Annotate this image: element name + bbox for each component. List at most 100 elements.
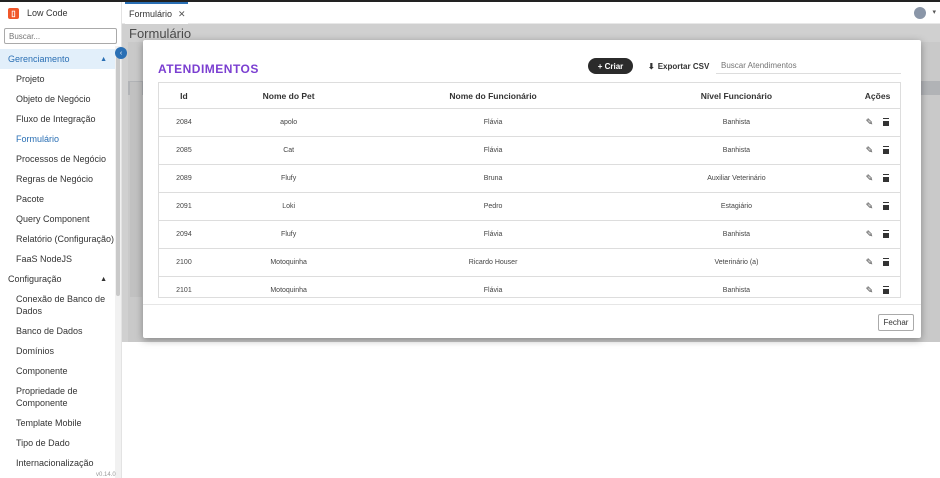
export-csv-button[interactable]: ⬇ Exportar CSV [648,58,709,74]
column-header-acoes: Ações [864,90,891,101]
sidebar-item[interactable]: Tipo de Dado [0,433,121,453]
sidebar-item[interactable]: Pacote [0,189,121,209]
column-header-nivel[interactable]: Nível Funcionário [618,91,855,101]
delete-icon[interactable] [883,259,890,266]
delete-icon[interactable] [883,147,890,154]
search-atendimentos-input[interactable] [716,58,901,74]
delete-icon[interactable] [883,175,890,182]
sidebar-section-0[interactable]: Gerenciamento ▲ [0,49,121,69]
cell-pet: Motoquinha [270,287,307,294]
edit-icon[interactable]: ✎ [866,286,874,295]
edit-icon[interactable]: ✎ [866,258,874,267]
cell-acoes: ✎ [855,146,900,155]
sidebar: ▯ Low Code Gerenciamento ▲ ProjetoObjeto d… [0,2,122,478]
sidebar-scrollbar[interactable] [115,46,121,478]
delete-icon[interactable] [883,287,890,294]
sidebar-item[interactable]: Query Component [0,209,121,229]
column-header-pet[interactable]: Nome do Pet [209,91,369,101]
delete-icon[interactable] [883,203,890,210]
tab-formulario[interactable]: Formulário ✕ [125,2,188,24]
cell-nivel: Auxiliar Veterinário [707,175,766,182]
delete-icon[interactable] [883,231,890,238]
modal-title: ATENDIMENTOS [158,62,259,76]
create-label: Criar [604,61,624,71]
sidebar-item[interactable]: Domínios [0,341,121,361]
plus-icon: + [597,61,605,71]
edit-icon[interactable]: ✎ [866,118,874,127]
chevron-down-icon[interactable]: ▾ [932,8,936,16]
sidebar-item[interactable]: Conexão de Banco de Dados [0,289,121,321]
cell-funcionario: Flávia [483,287,503,294]
collapse-sidebar-icon[interactable]: ‹ [115,47,127,59]
sidebar-item[interactable]: Propriedade de Componente [0,381,121,413]
atendimentos-modal: ATENDIMENTOS + Criar ⬇Exportar CSV Id No… [143,40,921,338]
cell-id: 2094 [176,231,192,238]
cell-funcionario: Bruna [483,175,503,182]
sidebar-item[interactable]: Processos de Negócio [0,149,121,169]
cell-id: 2089 [176,175,192,182]
cell-funcionario: Ricardo Houser [468,259,518,266]
cell-acoes: ✎ [855,174,900,183]
cell-funcionario: Pedro [483,203,503,210]
cell-acoes: ✎ [855,230,900,239]
sidebar-item[interactable]: Fluxo de Integração [0,109,121,129]
cell-nivel: Banhista [722,231,751,238]
cell-pet: Loki [282,203,296,210]
scrollbar-thumb[interactable] [116,56,120,296]
sidebar-section-label: Gerenciamento [8,54,70,64]
chevron-up-icon: ▲ [100,275,107,283]
sidebar-section-1[interactable]: Configuração ▲ [0,269,121,289]
sidebar-item[interactable]: Relatório (Configuração) [0,229,121,249]
table-row[interactable]: 2084 apolo Flávia Banhista ✎ [159,109,900,137]
table-row[interactable]: 2100 Motoquinha Ricardo Houser Veterinário … [159,249,900,277]
column-header-id[interactable]: Id [159,91,209,101]
table-row[interactable]: 2101 Motoquinha Flávia Banhista ✎ [159,277,900,297]
edit-icon[interactable]: ✎ [866,230,874,239]
sidebar-item[interactable]: Projeto [0,69,121,89]
brand-logo-icon: ▯ [8,7,19,19]
cell-id: 2101 [176,287,192,294]
sidebar-item[interactable]: Template Mobile [0,413,121,433]
cell-nivel: Banhista [722,147,751,154]
cell-acoes: ✎ [855,118,900,127]
edit-icon[interactable]: ✎ [866,174,874,183]
sidebar-item[interactable]: FaaS NodeJS [0,249,121,269]
sidebar-section-label: Configuração [8,274,62,284]
cell-nivel: Banhista [722,119,751,126]
user-avatar[interactable] [914,7,926,19]
sidebar-item[interactable]: Banco de Dados [0,321,121,341]
sidebar-item[interactable]: Objeto de Negócio [0,89,121,109]
table-body: 2084 apolo Flávia Banhista ✎ 2085 Cat Flávia Ban… [159,109,900,297]
cell-pet: Cat [283,147,295,154]
table-row[interactable]: 2091 Loki Pedro Estagiário ✎ [159,193,900,221]
table-row[interactable]: 2094 Flufy Flávia Banhista ✎ [159,221,900,249]
edit-icon[interactable]: ✎ [866,146,874,155]
table-row[interactable]: 2085 Cat Flávia Banhista ✎ [159,137,900,165]
cell-nivel: Veterinário (a) [714,259,759,266]
cell-pet: Flufy [281,231,297,238]
app-version: v0.14.0 [96,472,116,478]
close-button[interactable]: Fechar [878,314,914,331]
edit-icon[interactable]: ✎ [866,202,874,211]
sidebar-item[interactable]: Internacionalização [0,453,121,473]
create-button[interactable]: + Criar [588,58,633,74]
atendimentos-table: Id Nome do Pet Nome do Funcionário Nível… [158,82,901,298]
download-icon: ⬇ [648,61,655,71]
cell-pet: Flufy [281,175,297,182]
modal-footer-divider [143,304,921,305]
cell-pet: apolo [280,119,298,126]
table-header: Id Nome do Pet Nome do Funcionário Nível… [159,83,900,109]
column-header-funcionario[interactable]: Nome do Funcionário [368,91,617,101]
cell-funcionario: Flávia [483,231,503,238]
brand[interactable]: ▯ Low Code [0,2,121,24]
cell-acoes: ✎ [855,202,900,211]
chevron-up-icon: ▲ [100,55,107,63]
cell-id: 2085 [176,147,192,154]
table-row[interactable]: 2089 Flufy Bruna Auxiliar Veterinário ✎ [159,165,900,193]
delete-icon[interactable] [883,119,890,126]
close-tab-icon[interactable]: ✕ [178,9,186,20]
sidebar-item[interactable]: Componente [0,361,121,381]
sidebar-search-input[interactable] [4,28,117,44]
sidebar-item[interactable]: Regras de Negócio [0,169,121,189]
sidebar-item[interactable]: Formulário [0,129,121,149]
